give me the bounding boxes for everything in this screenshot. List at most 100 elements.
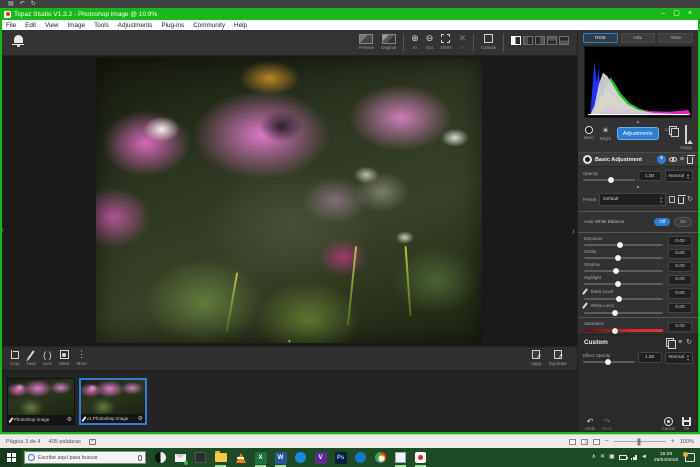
- menu-plugins[interactable]: Plug-ins: [161, 22, 184, 29]
- taskbar-clock[interactable]: 15:29 29/04/2018: [651, 452, 681, 463]
- clarity-value[interactable]: 0.00: [668, 249, 692, 260]
- awb-on-toggle[interactable]: On: [674, 217, 692, 227]
- taskbar-search-input[interactable]: Escribe aquí para buscar: [24, 451, 146, 464]
- cancel-button[interactable]: Cancel: [662, 417, 675, 431]
- basic-adjustment-header[interactable]: Basic Adjustment + ≡: [578, 152, 698, 167]
- tab-hsl[interactable]: HSL: [621, 33, 656, 43]
- shadow-slider[interactable]: [584, 270, 663, 272]
- filmstrip-thumb-2-selected[interactable]: v1.Photoshop image ⚙: [79, 378, 147, 425]
- mask-tool-button[interactable]: Mask: [59, 349, 70, 366]
- print-layout-icon[interactable]: [581, 439, 588, 445]
- highlight-slider[interactable]: [584, 283, 663, 285]
- highlight-value[interactable]: 0.00: [668, 275, 692, 286]
- menu-community[interactable]: Community: [193, 22, 225, 29]
- crop-tool-button[interactable]: Crop: [10, 349, 20, 366]
- taskbar-file-explorer[interactable]: [214, 451, 227, 464]
- preview-button[interactable]: Preview: [358, 33, 374, 50]
- view-split-left-button[interactable]: [523, 36, 533, 45]
- tray-app-icon[interactable]: ✕: [600, 454, 605, 461]
- right-panel-collapse-arrow[interactable]: ›: [572, 226, 575, 236]
- tab-rgb[interactable]: RGB: [583, 33, 618, 43]
- nav-image-button[interactable]: Image: [680, 126, 692, 150]
- blend-mode-select[interactable]: Normal ▴▾: [665, 170, 693, 182]
- taskbar-photos-app[interactable]: [394, 451, 407, 464]
- filmstrip-thumb-1[interactable]: Photoshop image ⚙: [7, 378, 75, 425]
- gear-icon[interactable]: ⚙: [67, 417, 72, 423]
- black-level-slider[interactable]: [584, 298, 663, 300]
- undo-button[interactable]: ↶ Undo: [585, 417, 595, 431]
- menu-view[interactable]: View: [45, 22, 59, 29]
- nav-bright-button[interactable]: ☀ Bright: [600, 126, 611, 141]
- zoom-100-button[interactable]: 100%: [440, 33, 451, 50]
- fit-button[interactable]: ✕ Fit: [459, 33, 467, 50]
- original-button[interactable]: Original: [381, 33, 396, 50]
- histogram-collapse-arrow[interactable]: ▲: [578, 118, 698, 125]
- photo-canvas[interactable]: [96, 58, 482, 343]
- saturation-slider[interactable]: [584, 329, 663, 332]
- effect-blend-mode-select[interactable]: Normal ▴▾: [665, 352, 693, 364]
- zoom-slider[interactable]: [614, 441, 666, 443]
- view-split-right-button[interactable]: [535, 36, 545, 45]
- menu-icon[interactable]: ≡: [678, 339, 682, 346]
- menu-help[interactable]: Help: [234, 22, 247, 29]
- menu-image[interactable]: Image: [68, 22, 86, 29]
- word-count[interactable]: 405 palabras: [49, 439, 81, 445]
- tray-show-hidden-icon[interactable]: ∧: [592, 454, 596, 461]
- taskbar-cortana-app[interactable]: [154, 451, 167, 464]
- taskbar-photoshop[interactable]: Ps: [334, 451, 347, 464]
- shadow-value[interactable]: 0.00: [668, 262, 692, 273]
- action-center-icon[interactable]: [685, 453, 695, 462]
- exposure-slider[interactable]: [584, 244, 663, 246]
- menu-adjustments[interactable]: Adjustments: [118, 22, 153, 29]
- menu-tools[interactable]: Tools: [94, 22, 109, 29]
- save-preset-icon[interactable]: [669, 196, 675, 203]
- taskbar-excel[interactable]: X: [254, 451, 267, 464]
- redo-button[interactable]: ↷ Redo: [602, 417, 612, 431]
- bottom-collapse-arrow[interactable]: ▼: [287, 339, 292, 345]
- menu-file[interactable]: File: [6, 22, 16, 29]
- taskbar-store-app[interactable]: [194, 451, 207, 464]
- reset-preset-icon[interactable]: ↻: [687, 196, 693, 203]
- taskbar-mail-app[interactable]: [174, 451, 187, 464]
- battery-icon[interactable]: [619, 455, 627, 460]
- network-icon[interactable]: [631, 455, 637, 460]
- notifications-bell-icon[interactable]: [12, 35, 24, 49]
- panel-menu-icon[interactable]: ≡: [680, 156, 684, 163]
- white-level-value[interactable]: 0.00: [668, 303, 692, 314]
- black-level-value[interactable]: 0.00: [668, 288, 692, 299]
- apply-button[interactable]: Apply: [531, 349, 542, 366]
- left-panel-collapse-arrow[interactable]: ‹: [1, 224, 4, 234]
- web-layout-icon[interactable]: [593, 439, 600, 445]
- delete-preset-icon[interactable]: [678, 197, 684, 204]
- saturation-value[interactable]: 0.00: [668, 322, 692, 333]
- nav-color-button[interactable]: Color: [664, 126, 674, 132]
- zoom-out-minus[interactable]: −: [605, 438, 609, 445]
- opacity-value[interactable]: 1.00: [638, 171, 662, 182]
- volume-icon[interactable]: ◄: [641, 454, 647, 461]
- add-adjustment-icon[interactable]: +: [657, 155, 666, 164]
- taskbar-chrome[interactable]: [374, 451, 387, 464]
- duplicate-button[interactable]: Duplicate: [549, 349, 567, 366]
- effect-opacity-value[interactable]: 1.00: [638, 352, 662, 363]
- preset-select[interactable]: Default ▴▾: [599, 193, 666, 205]
- canvas-button[interactable]: Canvas: [481, 33, 496, 50]
- awb-off-toggle[interactable]: Off: [654, 218, 670, 226]
- gear-icon[interactable]: ⚙: [138, 416, 143, 422]
- zoom-percent[interactable]: 100%: [680, 439, 694, 445]
- effect-opacity-slider[interactable]: [583, 361, 635, 363]
- white-level-slider[interactable]: [584, 312, 663, 314]
- undo-icon[interactable]: ↶: [20, 1, 25, 7]
- maximize-button[interactable]: ▢: [673, 9, 680, 19]
- minimize-button[interactable]: –: [661, 9, 665, 19]
- clarity-slider[interactable]: [584, 257, 663, 259]
- exposure-value[interactable]: 0.00: [668, 236, 692, 247]
- taskbar-edge[interactable]: [354, 451, 367, 464]
- read-mode-icon[interactable]: [569, 439, 576, 445]
- view-split-top-button[interactable]: [547, 36, 557, 45]
- zoom-in-button[interactable]: ⊕ In: [411, 33, 419, 50]
- pen-icon[interactable]: [582, 302, 588, 309]
- close-button[interactable]: ×: [688, 9, 692, 19]
- section-collapse-arrow[interactable]: ▲: [578, 183, 698, 190]
- page-indicator[interactable]: Página 3 de 4: [6, 439, 41, 445]
- redo-icon[interactable]: ↻: [31, 1, 36, 7]
